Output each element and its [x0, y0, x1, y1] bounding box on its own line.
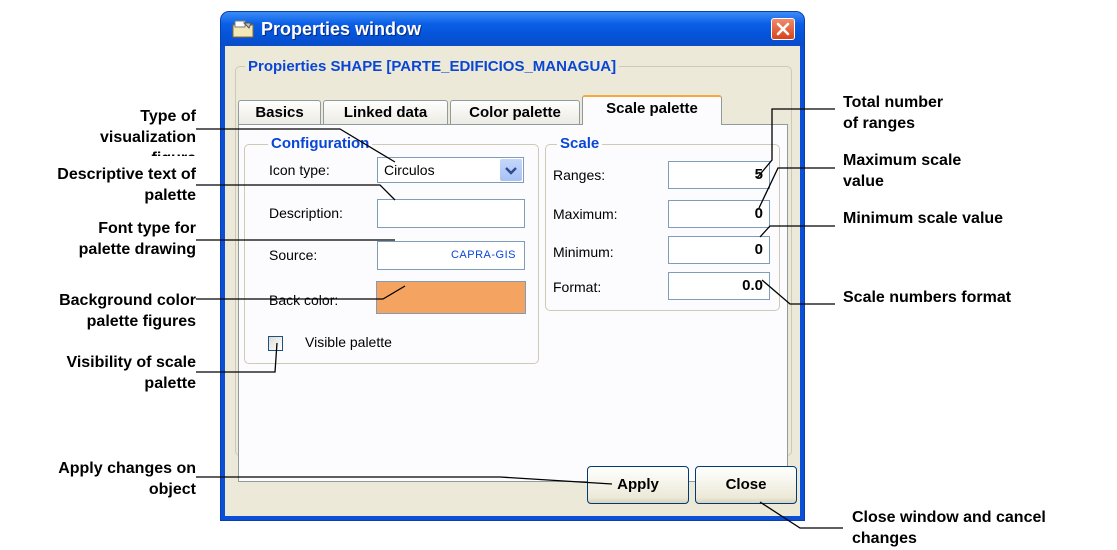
- note-visibility: Visibility of scale palette: [0, 352, 196, 394]
- back-color-swatch[interactable]: [376, 281, 526, 314]
- properties-window-icon: [232, 20, 254, 38]
- note-line: Visibility of scale: [66, 354, 196, 371]
- dropdown-button[interactable]: [500, 159, 522, 181]
- maximum-label: Maximum:: [553, 206, 618, 222]
- note-line: palette: [144, 187, 196, 204]
- icon-type-label: Icon type:: [269, 162, 330, 178]
- note-line: Minimum scale value: [843, 210, 1004, 227]
- note-line: Font type for: [98, 220, 196, 237]
- note-line: changes: [852, 530, 917, 547]
- icon-type-select[interactable]: Circulos: [377, 157, 524, 183]
- note-line: Type of: [140, 108, 196, 125]
- title-bar[interactable]: Properties window: [221, 12, 804, 46]
- note-minimum-scale: Minimum scale value: [843, 208, 1113, 229]
- note-line: Maximum scale: [843, 152, 962, 169]
- properties-window: Properties window Propierties SHAPE [PAR…: [221, 12, 804, 520]
- note-line: Total number: [843, 94, 944, 111]
- note-type-of-visualization: Type of visualization figure: [0, 106, 196, 156]
- close-window-button[interactable]: [771, 18, 795, 40]
- chevron-down-icon: [505, 167, 517, 175]
- note-line: figure: [0, 148, 196, 156]
- icon-type-value: Circulos: [384, 162, 435, 178]
- note-total-ranges: Total number of ranges: [843, 92, 1113, 134]
- window-client-area: Propierties SHAPE [PARTE_EDIFICIOS_MANAG…: [225, 46, 800, 516]
- tab-linked-data[interactable]: Linked data: [323, 100, 448, 124]
- visible-palette-label: Visible palette: [305, 334, 392, 350]
- window-title: Properties window: [261, 19, 422, 39]
- note-line: of ranges: [843, 115, 916, 132]
- format-label: Format:: [553, 279, 602, 295]
- note-background-color: Background color palette figures: [0, 290, 196, 332]
- note-line: visualization: [99, 129, 196, 146]
- note-maximum-scale: Maximum scale value: [843, 150, 1113, 192]
- close-button[interactable]: Close: [695, 466, 797, 504]
- note-line: Apply changes on: [58, 460, 196, 477]
- note-line: palette drawing: [78, 241, 196, 258]
- source-label: Source:: [269, 247, 318, 263]
- source-font-field[interactable]: CAPRA-GIS: [377, 241, 525, 270]
- note-line: Close window and cancel: [852, 509, 1046, 526]
- scale-title: Scale: [557, 135, 603, 152]
- tab-basics[interactable]: Basics: [238, 100, 321, 124]
- configuration-title: Configuration: [268, 135, 373, 152]
- ranges-label: Ranges:: [553, 167, 606, 183]
- shape-group-title: Propierties SHAPE [PARTE_EDIFICIOS_MANAG…: [245, 58, 620, 75]
- note-close-window: Close window and cancel changes: [852, 507, 1117, 549]
- source-value: CAPRA-GIS: [450, 249, 516, 261]
- back-color-label: Back color:: [269, 292, 339, 308]
- note-line: Background color: [59, 292, 196, 309]
- tab-scale-palette[interactable]: Scale palette: [582, 95, 722, 125]
- note-line: palette figures: [86, 313, 196, 330]
- format-field[interactable]: 0.0: [668, 272, 770, 300]
- maximum-field[interactable]: 0: [668, 200, 770, 228]
- ranges-field[interactable]: 5: [668, 161, 770, 189]
- description-label: Description:: [269, 205, 343, 221]
- note-line: Scale numbers format: [843, 289, 1012, 306]
- note-line: palette: [144, 375, 196, 392]
- close-icon: [776, 22, 790, 36]
- note-line: Descriptive text of: [57, 166, 196, 183]
- note-scale-format: Scale numbers format: [843, 287, 1113, 308]
- note-line: object: [148, 481, 196, 498]
- description-field[interactable]: [377, 199, 525, 228]
- note-font-type: Font type for palette drawing: [0, 218, 196, 260]
- note-line: value: [843, 173, 884, 190]
- note-apply-changes: Apply changes on object: [0, 458, 196, 500]
- minimum-label: Minimum:: [553, 244, 614, 260]
- tab-color-palette[interactable]: Color palette: [450, 100, 580, 124]
- apply-button[interactable]: Apply: [587, 466, 689, 504]
- minimum-field[interactable]: 0: [668, 236, 770, 264]
- visible-palette-checkbox[interactable]: [268, 336, 283, 351]
- note-descriptive-text: Descriptive text of palette: [0, 164, 196, 206]
